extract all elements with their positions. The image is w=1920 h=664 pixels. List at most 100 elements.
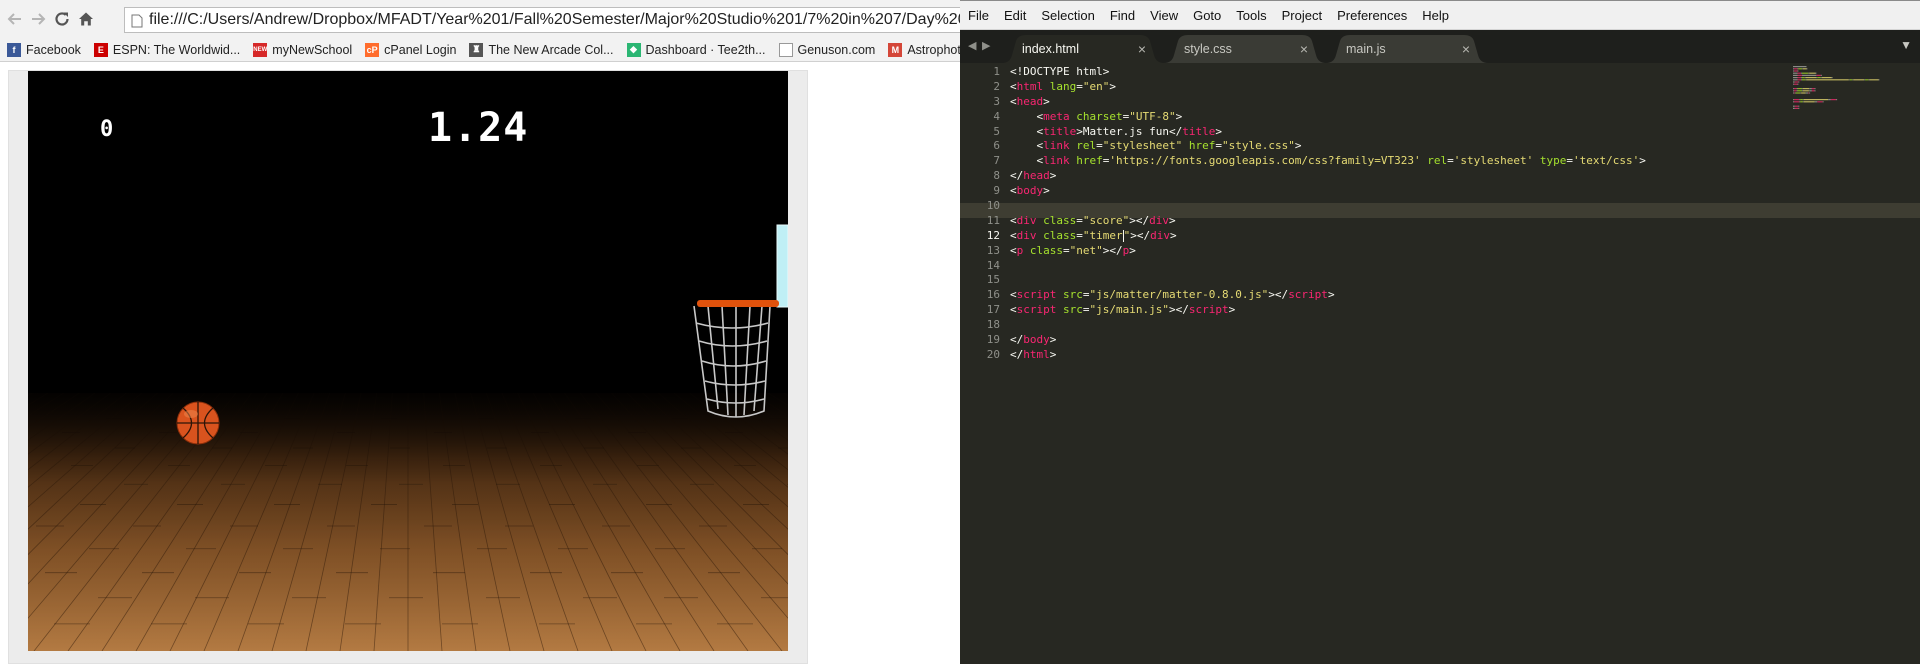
game-canvas[interactable]: 0 1.24 [28, 71, 788, 651]
code-line[interactable]: </html> [1010, 348, 1646, 363]
code-token: href [1188, 139, 1216, 153]
code-line[interactable]: <meta charset="UTF-8"> [1010, 110, 1646, 125]
minimap-line [1817, 101, 1823, 103]
back-button[interactable] [4, 8, 26, 30]
code-token: "js/main.js" [1089, 303, 1169, 317]
tab-prev-icon[interactable]: ◀ [968, 39, 976, 52]
code-line[interactable]: <!DOCTYPE html> [1010, 65, 1646, 80]
minimap-line [1816, 74, 1821, 76]
menu-tools[interactable]: Tools [1236, 8, 1266, 23]
menu-preferences[interactable]: Preferences [1337, 8, 1407, 23]
code-line[interactable] [1010, 318, 1646, 333]
minimap-line [1802, 90, 1803, 92]
game-objects [176, 224, 788, 445]
minimap-line [1820, 74, 1822, 76]
reload-button[interactable] [51, 8, 73, 30]
code-token: ></ [1130, 228, 1151, 242]
tab-label: index.html [1022, 42, 1079, 56]
minimap-line [1830, 99, 1837, 101]
minimap-line [1804, 77, 1806, 79]
tab-style-css[interactable]: style.css × [1164, 35, 1326, 63]
bookmark-item[interactable]: ♜ The New Arcade Col... [469, 42, 614, 57]
bookmark-item[interactable]: M Astrophotograp [888, 42, 960, 57]
close-icon[interactable]: × [1138, 41, 1146, 57]
code-line[interactable] [1010, 259, 1646, 274]
forward-button[interactable] [27, 8, 49, 30]
menu-edit[interactable]: Edit [1004, 8, 1026, 23]
code-line[interactable]: </head> [1010, 169, 1646, 184]
code-line[interactable]: <div class="timer"></div> [1010, 229, 1646, 244]
basketball-net [693, 305, 771, 418]
code-token: < [1010, 243, 1017, 257]
minimap-line [1797, 79, 1802, 81]
menu-view[interactable]: View [1150, 8, 1178, 23]
minimap-line [1864, 79, 1865, 81]
bookmark-item[interactable]: NEW myNewSchool [253, 42, 352, 57]
code-token: rel [1076, 139, 1097, 153]
code-line[interactable]: <html lang="en"> [1010, 80, 1646, 95]
tab-dropdown-icon[interactable]: ▼ [1900, 38, 1912, 52]
code-line[interactable]: <div class="score"></div> [1010, 214, 1646, 229]
code-token: script [1188, 303, 1229, 317]
menu-file[interactable]: File [968, 8, 989, 23]
minimap-line [1848, 79, 1850, 81]
address-bar[interactable]: file:///C:/Users/Andrew/Dropbox/MFADT/Ye… [124, 7, 960, 33]
menu-bar: File Edit Selection Find View Goto Tools Projec… [960, 0, 1920, 30]
code-line[interactable]: <link href = 'https://fonts.googleapis.com… [1010, 154, 1645, 169]
code-token: > [1043, 94, 1050, 108]
tab-main-js[interactable]: main.js × [1326, 35, 1488, 63]
menu-project[interactable]: Project [1282, 8, 1322, 23]
line-number: 3 [993, 94, 1000, 108]
minimap-line [1822, 101, 1824, 103]
tab-index-html[interactable]: index.html × [1002, 35, 1164, 63]
code-line[interactable]: <link rel="stylesheet" href="style.css"> [1010, 139, 1646, 154]
line-number: 9 [993, 184, 1000, 198]
bookmark-item[interactable]: f Facebook [7, 42, 81, 57]
code-token: < [1010, 228, 1017, 242]
minimap-line [1808, 72, 1810, 74]
code-line[interactable] [1010, 199, 1646, 214]
code-line[interactable]: <body> [1010, 184, 1646, 199]
home-button[interactable] [75, 8, 97, 30]
timer-display: 1.24 [428, 105, 529, 151]
bookmark-item[interactable]: Genuson.com [778, 42, 875, 57]
code-area[interactable]: 1 2 3 4 5 6 7 8 9 10 11 12 13 14 15 16 17 18 19 20 <!DOCTYP… [960, 63, 1920, 664]
menu-find[interactable]: Find [1110, 8, 1135, 23]
code-line[interactable]: <head> [1010, 95, 1646, 110]
bookmark-item[interactable]: cP cPanel Login [365, 42, 456, 57]
code-line[interactable]: </body> [1010, 333, 1646, 348]
code-token: "score" [1082, 213, 1130, 227]
facebook-icon: f [7, 42, 21, 57]
line-number: 2 [993, 79, 1000, 93]
code-line[interactable]: <p class="net"></p> [1010, 244, 1646, 259]
bookmark-item[interactable]: E ESPN: The Worldwid... [93, 42, 240, 57]
code-line[interactable] [1010, 273, 1646, 288]
code-token: = [1566, 154, 1573, 168]
menu-selection[interactable]: Selection [1041, 8, 1094, 23]
close-icon[interactable]: × [1462, 41, 1470, 57]
hoop-rim [697, 300, 779, 307]
code-token: > [1129, 243, 1136, 257]
score-display: 0 [100, 117, 114, 142]
minimap-line [1800, 99, 1803, 101]
code-line[interactable]: <script src="js/matter/matter-0.8.0.js">… [1010, 288, 1646, 303]
minimap-line [1853, 79, 1865, 81]
menu-goto[interactable]: Goto [1193, 8, 1221, 23]
code-content[interactable]: <!DOCTYPE html> <html lang="en"> <head> <m… [1010, 65, 1646, 363]
menu-help[interactable]: Help [1422, 8, 1449, 23]
bookmark-item[interactable]: ◆ Dashboard · Tee2th... [626, 42, 766, 57]
code-line[interactable]: <title>Matter.js fun</title> [1010, 125, 1646, 140]
close-icon[interactable]: × [1300, 41, 1308, 57]
code-line[interactable]: <script src="js/main.js"></script> [1010, 303, 1646, 318]
code-token: type [1539, 154, 1567, 168]
new-school-icon: NEW [253, 42, 268, 57]
minimap[interactable] [1792, 65, 1912, 125]
minimap-line [1802, 68, 1807, 70]
tab-next-icon[interactable]: ▶ [982, 39, 990, 52]
minimap-line [1802, 101, 1804, 103]
line-number: 1 [993, 65, 1000, 78]
minimap-line [1801, 79, 1802, 81]
home-icon [79, 12, 93, 26]
minimap-line [1801, 72, 1802, 74]
code-token: > [1109, 79, 1116, 93]
